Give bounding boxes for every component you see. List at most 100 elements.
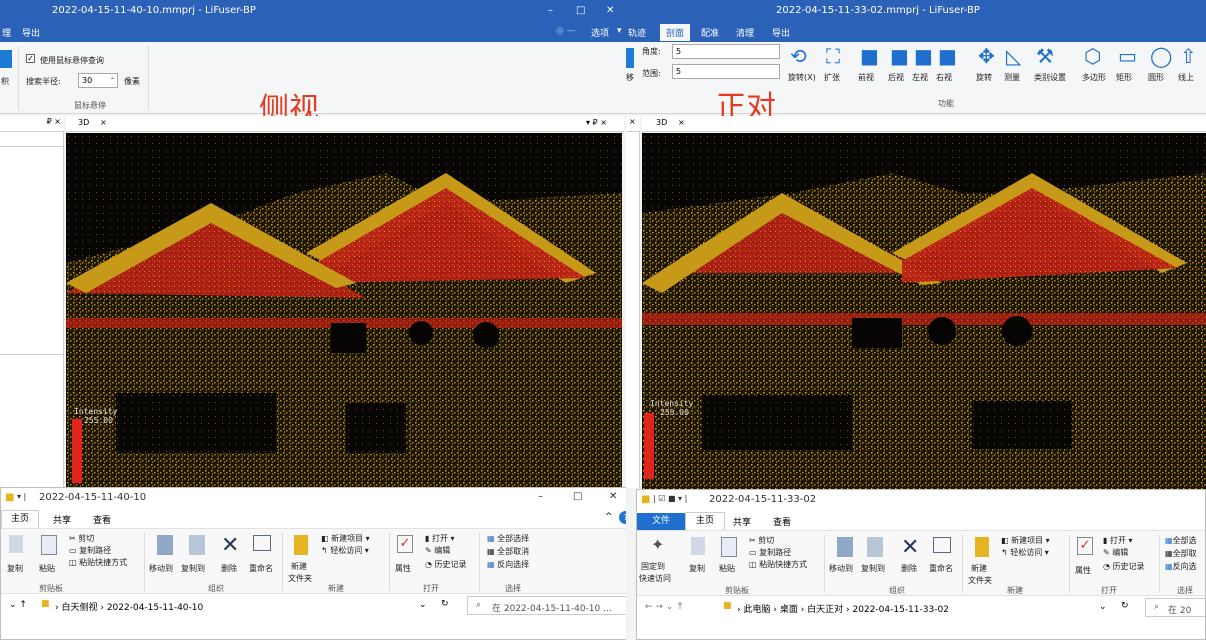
copy-icon[interactable] <box>9 535 23 553</box>
paste-icon[interactable] <box>721 537 737 557</box>
search-box[interactable]: ⌕ 在 2022-04-15-11-40-10 ... <box>467 596 626 615</box>
nav-arrows[interactable]: ← → ⌄ ↑ <box>645 602 684 612</box>
angle-input[interactable]: 5 <box>672 44 780 59</box>
paste-shortcut-button[interactable]: ◫ 粘贴快捷方式 <box>69 557 127 568</box>
cut-button[interactable]: ✂ 剪切 <box>69 533 94 544</box>
properties-button[interactable]: 属性 <box>1075 565 1091 576</box>
left-view-icon[interactable]: ■ <box>914 44 933 68</box>
circle-icon[interactable]: ◯ <box>1150 44 1172 68</box>
history-button[interactable]: ◔ 历史记录 <box>1103 561 1145 572</box>
new-folder-icon[interactable] <box>975 537 989 557</box>
menu-item-export[interactable]: 导出 <box>22 26 40 39</box>
category-settings-icon[interactable]: ⚒ <box>1036 44 1054 68</box>
copy-to-button[interactable]: 复制到 <box>181 563 205 574</box>
tab-close-icon[interactable]: × <box>100 118 107 127</box>
explorer-close-icon[interactable]: ✕ <box>609 491 617 502</box>
copy-button[interactable]: 复制 <box>689 563 705 574</box>
select-none-button[interactable]: ▦ 全部取消 <box>487 546 529 557</box>
polygon-icon[interactable]: ⬡ <box>1084 44 1101 68</box>
properties-icon[interactable]: ✓ <box>397 535 413 553</box>
paste-button[interactable]: 粘贴 <box>39 563 55 574</box>
rectangle-button[interactable]: 矩形 <box>1116 72 1132 83</box>
edit-button[interactable]: ✎ 编辑 <box>425 545 450 556</box>
expand-icon[interactable]: ⛶ <box>826 44 840 68</box>
pane-controls[interactable]: ▾ ₽ × <box>586 118 607 127</box>
back-view-icon[interactable]: ■ <box>890 44 909 68</box>
properties-button[interactable]: 属性 <box>395 563 411 574</box>
delete-icon[interactable]: ✕ <box>221 533 239 558</box>
copy-to-icon[interactable] <box>867 537 883 557</box>
rotate-icon[interactable]: ✥ <box>978 44 995 68</box>
nav-arrows[interactable]: ⌄ ↑ <box>9 600 27 610</box>
rotate-button[interactable]: 旋转 <box>976 72 992 83</box>
breadcrumb-item[interactable]: 此电脑 <box>743 605 770 615</box>
tab-home[interactable]: 主页 <box>1 510 39 528</box>
copy-path-button[interactable]: ▭ 复制路径 <box>69 545 111 556</box>
rename-button[interactable]: 重命名 <box>929 563 953 574</box>
point-cloud-viewport-right[interactable]: Intensity 255.00 <box>642 133 1206 490</box>
minimize-icon[interactable]: – <box>548 5 553 16</box>
explorer-minimize-icon[interactable]: – <box>538 491 543 502</box>
breadcrumb-item[interactable]: 桌面 <box>780 605 798 615</box>
category-settings-button[interactable]: 类别设置 <box>1034 72 1066 83</box>
cut-button[interactable]: ✂ 剪切 <box>749 535 774 546</box>
circle-button[interactable]: 圆形 <box>1148 72 1164 83</box>
right-view-icon[interactable]: ■ <box>938 44 957 68</box>
new-folder-label-1[interactable]: 新建 <box>291 561 307 572</box>
rotate-x-button[interactable]: 旋转(X) <box>788 72 816 83</box>
open-button[interactable]: ▮ 打开 ▾ <box>425 533 455 544</box>
copy-to-icon[interactable] <box>189 535 205 555</box>
breadcrumb[interactable]: › 白天侧视 › 2022-04-15-11-40-10 <box>55 600 203 613</box>
rename-button[interactable]: 重命名 <box>249 563 273 574</box>
spinner-icon[interactable]: ⌃ <box>110 74 115 87</box>
easy-access-button[interactable]: ↰ 轻松访问 ▾ <box>1001 547 1049 558</box>
properties-icon[interactable]: ✓ <box>1077 537 1093 555</box>
copy-button[interactable]: 复制 <box>7 563 23 574</box>
menu-item-registration[interactable]: 配准 <box>701 26 719 39</box>
menu-item-trajectory[interactable]: 轨迹 <box>628 26 646 39</box>
collapse-ribbon-icon[interactable]: ^ <box>605 512 613 522</box>
tab-close-icon[interactable]: × <box>678 118 685 127</box>
select-none-button[interactable]: ▦全部取 <box>1165 548 1197 559</box>
help-icon[interactable]: ? <box>619 511 626 524</box>
quick-access-toolbar-icon[interactable]: ▾ | <box>17 492 26 501</box>
move-to-button[interactable]: 移动到 <box>149 563 173 574</box>
easy-access-button[interactable]: ↰ 轻松访问 ▾ <box>321 545 369 556</box>
menu-item-partial[interactable]: 理 <box>2 26 11 39</box>
paste-icon[interactable] <box>41 535 57 555</box>
options-chevron-icon[interactable]: ▾ <box>617 26 622 36</box>
right-view-button[interactable]: 右视 <box>936 72 952 83</box>
refresh-icon[interactable]: ↻ <box>441 599 449 609</box>
tab-3d[interactable]: 3D <box>78 118 89 127</box>
polygon-button[interactable]: 多边形 <box>1082 72 1106 83</box>
rename-icon[interactable] <box>253 535 271 551</box>
online-button[interactable]: 线上 <box>1178 72 1194 83</box>
rename-icon[interactable] <box>933 537 951 553</box>
left-view-button[interactable]: 左视 <box>912 72 928 83</box>
quick-access-toolbar-icon[interactable]: | ☑ ■ ▾ | <box>653 494 687 503</box>
pin-icon[interactable]: ✦ <box>651 535 664 554</box>
maximize-icon[interactable]: □ <box>576 5 585 16</box>
search-box[interactable]: ⌕ 在 20 <box>1145 598 1205 617</box>
select-all-button[interactable]: ▦ 全部选择 <box>487 533 529 544</box>
new-folder-label-1[interactable]: 新建 <box>971 563 987 574</box>
menu-item-section[interactable]: 剖面 <box>660 24 691 41</box>
move-to-icon[interactable] <box>837 537 853 557</box>
paste-shortcut-button[interactable]: ◫ 粘贴快捷方式 <box>749 559 807 570</box>
move-to-icon[interactable] <box>157 535 173 555</box>
tab-home[interactable]: 主页 <box>685 512 725 530</box>
pane-pin-icon[interactable]: ₽ × <box>47 117 61 126</box>
expand-button[interactable]: 扩张 <box>824 72 840 83</box>
rotate-x-icon[interactable]: ⟲ <box>790 44 807 68</box>
select-all-button[interactable]: ▦全部选 <box>1165 535 1197 546</box>
hover-query-checkbox[interactable]: ✓ <box>26 54 35 63</box>
tab-share[interactable]: 共享 <box>53 513 71 526</box>
invert-selection-button[interactable]: ▦反向选 <box>1165 561 1197 572</box>
side-close-icon[interactable]: × <box>629 117 636 126</box>
new-item-button[interactable]: ◧ 新建项目 ▾ <box>1001 535 1050 546</box>
radius-input[interactable]: 30 ⌃ <box>78 73 118 88</box>
measure-button[interactable]: 测量 <box>1004 72 1020 83</box>
move-to-button[interactable]: 移动到 <box>829 563 853 574</box>
pin-label[interactable]: 固定到 <box>641 561 665 572</box>
tab-view[interactable]: 查看 <box>773 515 791 528</box>
